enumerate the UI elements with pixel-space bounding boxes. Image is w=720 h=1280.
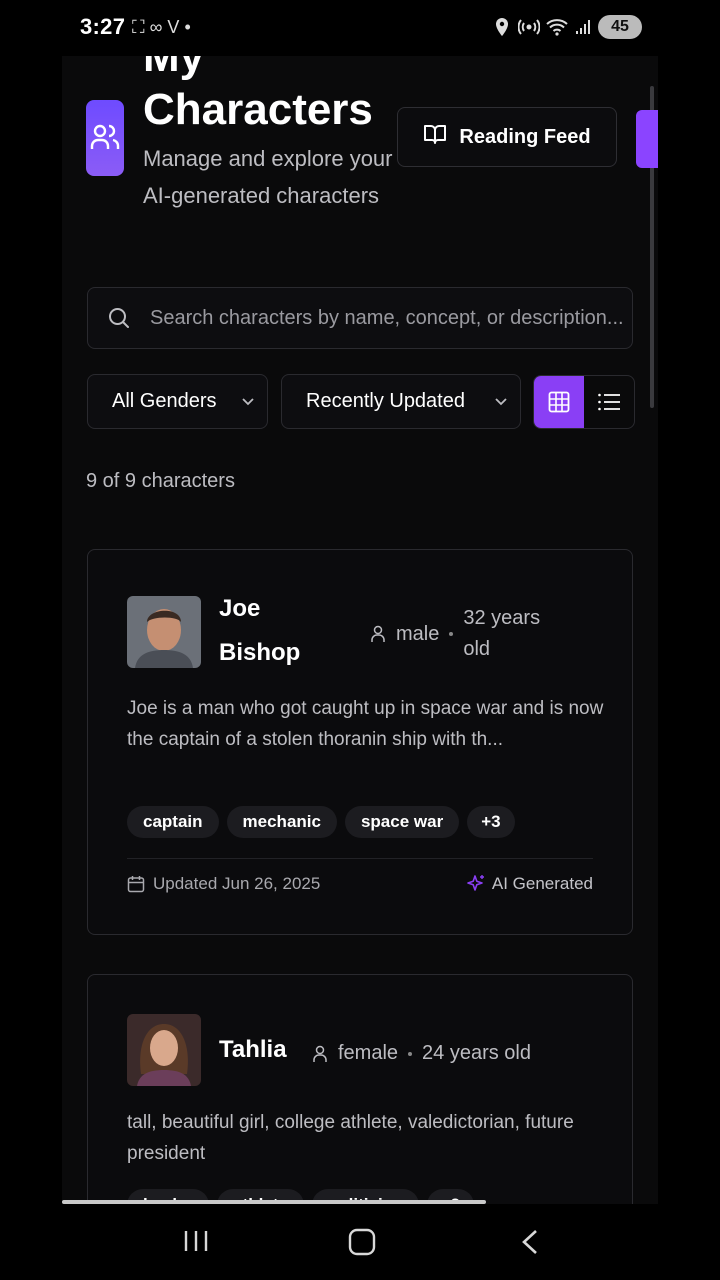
clock: 3:27: [80, 14, 126, 39]
character-card[interactable]: Joe Bishop male 32 years old Joe is a ma…: [87, 549, 633, 935]
search-bar[interactable]: [87, 287, 633, 349]
character-name: Tahlia: [219, 1036, 287, 1063]
grid-view-button[interactable]: [534, 376, 584, 428]
character-description: tall, beautiful girl, college athlete, v…: [127, 1112, 574, 1164]
character-gender: male: [396, 622, 440, 645]
updated-text: Updated Jun 26, 2025: [153, 874, 321, 893]
character-gender: female: [338, 1042, 399, 1064]
avatar: [127, 1014, 201, 1086]
character-age: 24 years old: [422, 1042, 531, 1064]
ai-generated-label: AI Generated: [491, 874, 593, 893]
results-count: 9 of 9 characters: [86, 470, 235, 492]
reading-feed-label: Reading Feed: [459, 125, 591, 148]
view-toggle: [533, 375, 635, 429]
tag-list: captain mechanic space war +3: [127, 806, 515, 838]
grid-icon: [548, 391, 570, 413]
ai-generated-badge: AI Generated: [466, 874, 593, 894]
tag[interactable]: mechanic: [226, 806, 337, 838]
status-left-icons: ⛶ ∞ V •: [132, 16, 191, 37]
avatar: [127, 596, 201, 668]
tag[interactable]: captain: [127, 806, 219, 838]
updated-date: Updated Jun 26, 2025: [127, 874, 320, 894]
system-nav-bar: [0, 1204, 720, 1280]
location-icon: [494, 16, 510, 38]
hotspot-icon: [518, 16, 540, 38]
gender-filter-select[interactable]: All Genders: [87, 374, 268, 429]
calendar-icon: [127, 876, 145, 893]
battery-indicator: 45: [598, 15, 642, 39]
recent-apps-button[interactable]: [182, 1228, 210, 1261]
book-open-icon: [423, 123, 447, 151]
list-view-button[interactable]: [584, 376, 634, 428]
divider: [127, 858, 593, 859]
separator-dot: [408, 1051, 413, 1056]
signal-icon: [574, 16, 592, 38]
gender-filter-value: All Genders: [112, 390, 217, 412]
wifi-icon: [546, 16, 568, 38]
tag[interactable]: space war: [344, 806, 460, 838]
chevron-down-icon: [242, 397, 254, 405]
character-meta: female 24 years old: [312, 1042, 531, 1065]
user-icon: [371, 625, 385, 642]
sort-select[interactable]: Recently Updated: [281, 374, 521, 429]
character-meta: male 32 years old: [370, 603, 563, 665]
back-button[interactable]: [518, 1228, 542, 1263]
user-icon: [313, 1045, 327, 1062]
home-button[interactable]: [348, 1228, 376, 1263]
chevron-down-icon: [495, 397, 507, 405]
search-input[interactable]: [150, 306, 632, 330]
character-name: Joe Bishop: [219, 595, 301, 666]
list-icon: [598, 393, 620, 411]
users-icon: [86, 100, 124, 176]
more-tags-badge[interactable]: +3: [467, 806, 515, 838]
create-character-button[interactable]: [636, 110, 658, 168]
app-viewport: My Characters Manage and explore your AI…: [62, 0, 658, 1280]
page-subtitle: Manage and explore your AI-generated cha…: [143, 146, 393, 208]
separator-dot: [449, 632, 454, 636]
reading-feed-button[interactable]: Reading Feed: [397, 107, 617, 167]
sparkle-icon: [467, 875, 484, 891]
character-description: Joe is a man who got caught up in space …: [127, 698, 604, 750]
character-age: 32 years old: [463, 607, 541, 660]
search-icon: [109, 308, 129, 328]
status-bar: 3:27 ⛶ ∞ V • 45: [0, 0, 720, 56]
sort-value: Recently Updated: [306, 390, 465, 412]
